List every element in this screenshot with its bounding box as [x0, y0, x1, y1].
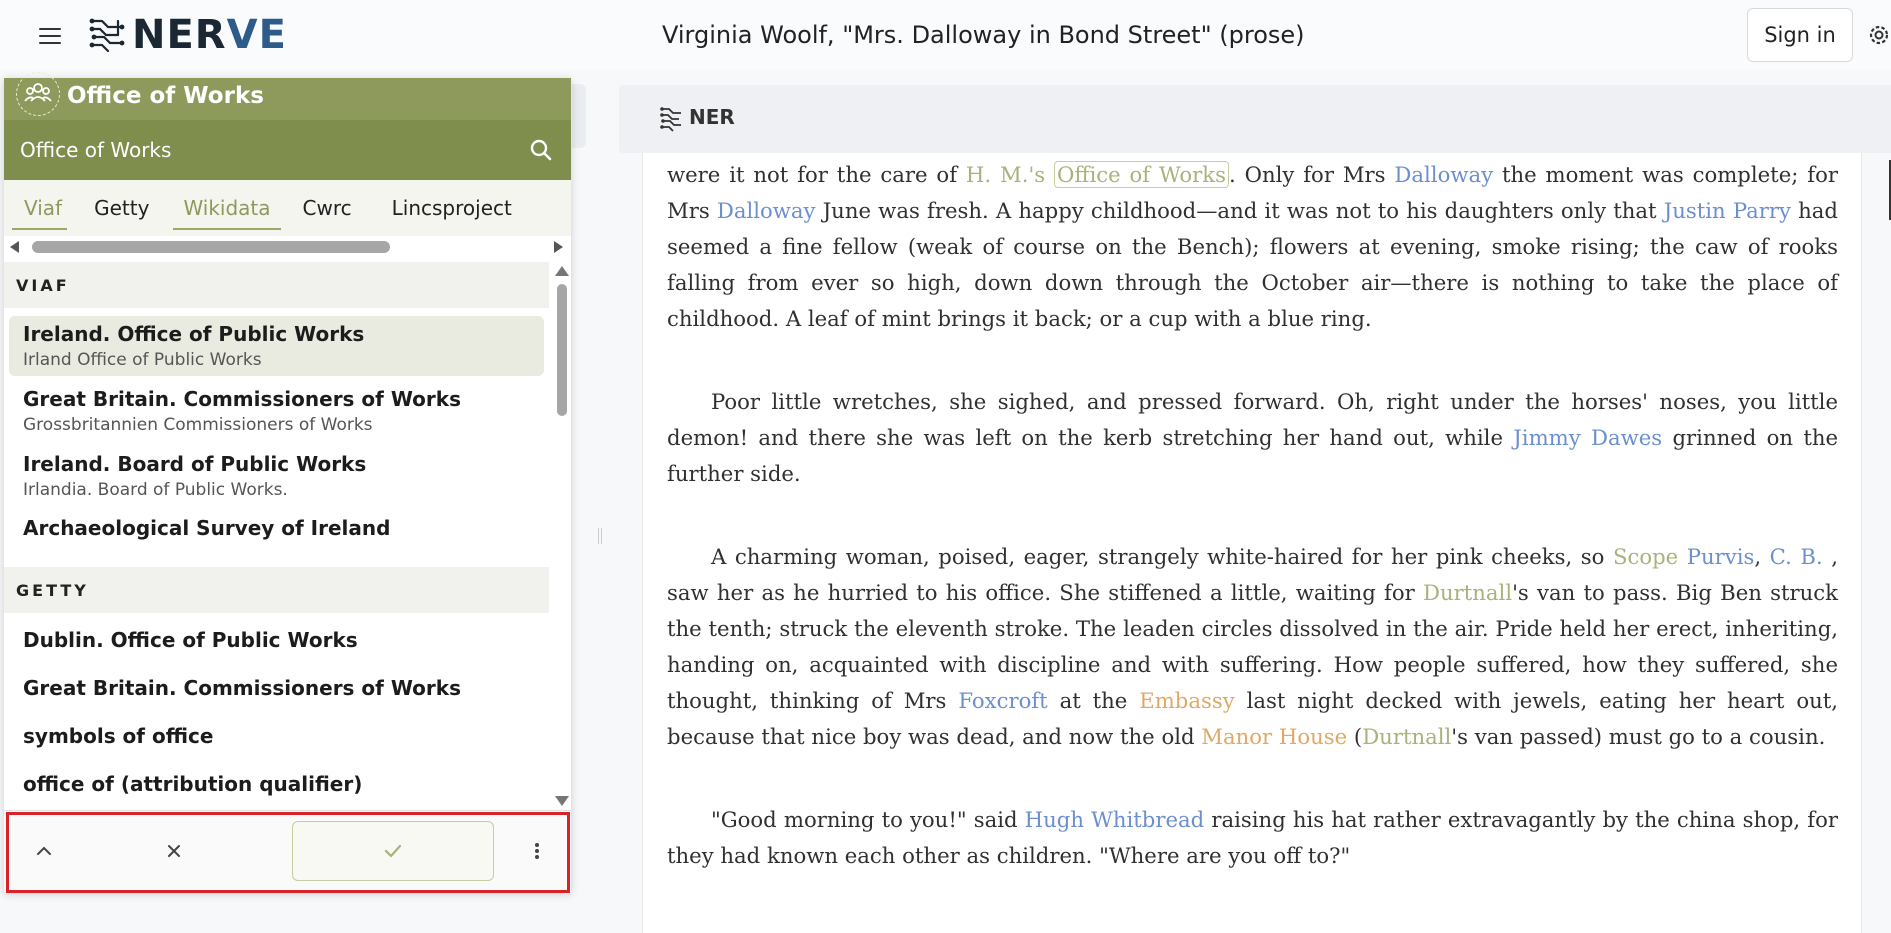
- tab-viaf[interactable]: Viaf: [4, 180, 75, 236]
- results-scrollbar[interactable]: [552, 262, 571, 810]
- results-scroll-thumb[interactable]: [557, 284, 567, 416]
- scroll-up-icon[interactable]: [555, 266, 569, 276]
- close-button[interactable]: [144, 821, 204, 881]
- document-title: Virginia Woolf, "Mrs. Dalloway in Bond S…: [662, 21, 1305, 49]
- panel-action-bar: [4, 810, 571, 892]
- search-input[interactable]: [20, 132, 510, 168]
- document-text: were it not for the care of H. M.'s Offi…: [667, 157, 1838, 921]
- more-options-button[interactable]: [512, 821, 562, 881]
- scroll-right-icon[interactable]: [554, 241, 563, 253]
- app-logo[interactable]: NERVE: [88, 12, 287, 58]
- entity-person[interactable]: Dalloway: [1394, 162, 1493, 187]
- item-title: Great Britain. Commissioners of Works: [23, 387, 461, 411]
- entity-person[interactable]: Purvis: [1687, 544, 1755, 569]
- document-view: were it not for the care of H. M.'s Offi…: [642, 153, 1862, 933]
- right-sidebar-edge: [1882, 160, 1891, 220]
- tabs-scroll-thumb[interactable]: [32, 241, 390, 253]
- people-group-icon: [16, 72, 60, 116]
- list-item[interactable]: Archaeological Survey of Ireland: [9, 510, 544, 546]
- list-item[interactable]: Ireland. Office of Public Works Irland O…: [9, 316, 544, 376]
- ner-circuit-icon: [659, 104, 685, 134]
- confirm-button[interactable]: [292, 821, 494, 881]
- hamburger-icon[interactable]: [36, 22, 64, 50]
- list-item[interactable]: office of (attribution qualifier): [9, 766, 544, 802]
- panel-edge: [572, 84, 586, 148]
- item-title: Dublin. Office of Public Works: [23, 628, 358, 652]
- close-icon: [168, 845, 180, 857]
- entity-organization[interactable]: Scope: [1613, 544, 1678, 569]
- entity-organization[interactable]: H. M.'s: [966, 162, 1045, 187]
- entity-person[interactable]: Hugh Whitbread: [1025, 807, 1205, 832]
- item-subtitle: Irlandia. Board of Public Works.: [23, 480, 288, 500]
- paragraph: Poor little wretches, she sighed, and pr…: [667, 389, 1839, 486]
- tabs-scrollbar[interactable]: [4, 236, 571, 258]
- tab-wikidata[interactable]: Wikidata: [165, 180, 288, 236]
- entity-person[interactable]: Justin Parry: [1664, 198, 1791, 223]
- entity-place[interactable]: Embassy: [1139, 688, 1234, 713]
- list-item[interactable]: Great Britain. Commissioners of Works: [9, 670, 544, 706]
- item-subtitle: Grossbritannien Commissioners of Works: [23, 415, 373, 435]
- item-title: Ireland. Board of Public Works: [23, 452, 367, 476]
- item-title: Ireland. Office of Public Works: [23, 322, 365, 346]
- item-title: Archaeological Survey of Ireland: [23, 516, 391, 540]
- item-title: symbols of office: [23, 724, 214, 748]
- more-vertical-icon: [535, 843, 539, 859]
- entity-organization[interactable]: Durtnall: [1362, 724, 1451, 749]
- paragraph: A charming woman, poised, eager, strange…: [667, 544, 1838, 749]
- entity-person[interactable]: Jimmy Dawes: [1513, 425, 1662, 450]
- section-heading-getty: GETTY: [4, 567, 549, 613]
- scroll-down-icon[interactable]: [555, 796, 569, 806]
- list-item[interactable]: symbols of office: [9, 718, 544, 754]
- entity-person[interactable]: Dalloway: [717, 198, 816, 223]
- panel-title: Office of Works: [67, 83, 264, 109]
- tab-lincsproject[interactable]: Lincsproject: [372, 180, 525, 236]
- section-heading-viaf: VIAF: [4, 262, 549, 308]
- entity-person[interactable]: Foxcroft: [958, 688, 1047, 713]
- entity-organization[interactable]: Durtnall: [1423, 580, 1512, 605]
- entity-lookup-panel: Office of Works Viaf Getty Wikidata Cwrc…: [4, 72, 571, 892]
- entity-place[interactable]: Manor House: [1201, 724, 1347, 749]
- panel-splitter[interactable]: [598, 528, 602, 544]
- panel-header: Office of Works: [4, 72, 571, 120]
- list-item[interactable]: Ireland. Board of Public Works Irlandia.…: [9, 446, 544, 506]
- collapse-button[interactable]: [14, 821, 74, 881]
- tab-cwrc[interactable]: Cwrc: [289, 180, 372, 236]
- sign-in-button[interactable]: Sign in: [1747, 8, 1853, 62]
- search-bar: [4, 120, 571, 180]
- ner-toolbar: NER: [619, 85, 1891, 153]
- results-list: VIAF Ireland. Office of Public Works Irl…: [4, 262, 571, 810]
- entity-selected[interactable]: Office of Works: [1054, 161, 1229, 188]
- paragraph: "Good morning to you!" said Hugh Whitbre…: [667, 807, 1838, 868]
- item-title: Great Britain. Commissioners of Works: [23, 676, 461, 700]
- gear-icon[interactable]: [1866, 22, 1891, 48]
- top-bar: NERVE Virginia Woolf, "Mrs. Dalloway in …: [0, 0, 1891, 70]
- search-icon[interactable]: [528, 137, 554, 163]
- tab-getty[interactable]: Getty: [75, 180, 165, 236]
- item-title: office of (attribution qualifier): [23, 772, 363, 796]
- item-subtitle: Irland Office of Public Works: [23, 350, 262, 370]
- chevron-up-icon: [37, 846, 51, 855]
- list-item[interactable]: Great Britain. Commissioners of Works Gr…: [9, 381, 544, 441]
- check-icon: [384, 844, 402, 858]
- ner-label: NER: [689, 105, 735, 129]
- authority-tabs: Viaf Getty Wikidata Cwrc Lincsproject: [4, 180, 571, 236]
- entity-person[interactable]: C. B.: [1770, 544, 1823, 569]
- circuit-logo-icon: [89, 18, 125, 53]
- paragraph: were it not for the care of H. M.'s Offi…: [667, 161, 1838, 331]
- scroll-left-icon[interactable]: [10, 241, 19, 253]
- list-item[interactable]: Dublin. Office of Public Works: [9, 622, 544, 658]
- logo-wordmark: NERVE: [132, 12, 287, 58]
